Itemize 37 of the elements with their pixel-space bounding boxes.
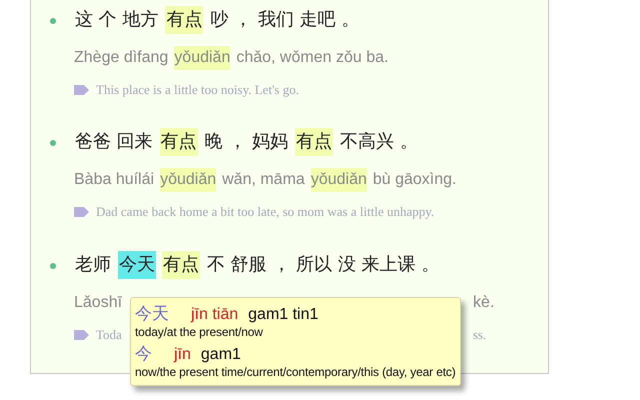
entry-hanzi: 今 — [135, 343, 152, 365]
pinyin-word: Bàba huílái — [74, 170, 154, 190]
hanzi-word[interactable]: 不高兴 。 — [339, 128, 419, 156]
pinyin-word: kè. — [473, 292, 494, 313]
entry-jyutping: gam1 tin1 — [248, 306, 318, 324]
hanzi-word[interactable]: 不 舒服 ， 所以 没 来上课 。 — [206, 250, 440, 279]
entry-jyutping: gam1 — [200, 346, 241, 364]
pinyin-word: Lǎoshī — [74, 292, 122, 313]
translation-text: Dad came back home a bit too late, so mom was a little unhappy. — [96, 204, 434, 220]
translation-text: Toda — [96, 326, 122, 343]
hanzi-word[interactable]: 有点 — [295, 128, 334, 156]
hanzi-word[interactable]: 今天 — [118, 250, 156, 279]
entry-pinyin: jīn tiān — [191, 306, 238, 324]
translation-text: This place is a little too noisy. Let's go. — [96, 82, 299, 98]
hanzi-word[interactable]: 有点 — [162, 250, 200, 279]
pinyin-word: yǒudiǎn — [160, 168, 216, 192]
bullet-icon — [50, 140, 56, 146]
pinyin-word: bù gāoxìng. — [372, 170, 456, 190]
hanzi-word[interactable]: 吵 ， 我们 走吧 。 — [209, 6, 360, 34]
hanzi-word[interactable]: 有点 — [160, 128, 198, 156]
hanzi-word[interactable]: 老师 — [74, 250, 112, 279]
pinyin-word: chǎo, wǒmen zǒu ba. — [236, 48, 388, 68]
entry-pinyin: jīn — [174, 346, 191, 364]
translation-text: ss. — [472, 326, 486, 343]
pinyin-word: yǒudiǎn — [174, 46, 230, 70]
hanzi-word[interactable]: 晚 ， 妈妈 — [204, 128, 290, 156]
bullet-icon — [50, 262, 56, 269]
pinyin-word: Zhège dìfang — [74, 48, 168, 68]
entry-definition: today/at the present/now — [135, 325, 264, 339]
pinyin-word: wǎn, māma — [222, 170, 305, 190]
pinyin-word: yǒudiǎn — [310, 168, 367, 192]
hanzi-word[interactable]: 有点 — [165, 6, 204, 34]
bullet-icon — [50, 18, 56, 24]
hanzi-word[interactable]: 爸爸 回来 — [74, 128, 154, 156]
entry-definition: now/the present time/current/contemporary/this (day, year etc) — [135, 365, 456, 379]
hanzi-word[interactable]: 这 个 地方 — [74, 6, 160, 34]
entry-hanzi: 今天 — [135, 303, 169, 325]
